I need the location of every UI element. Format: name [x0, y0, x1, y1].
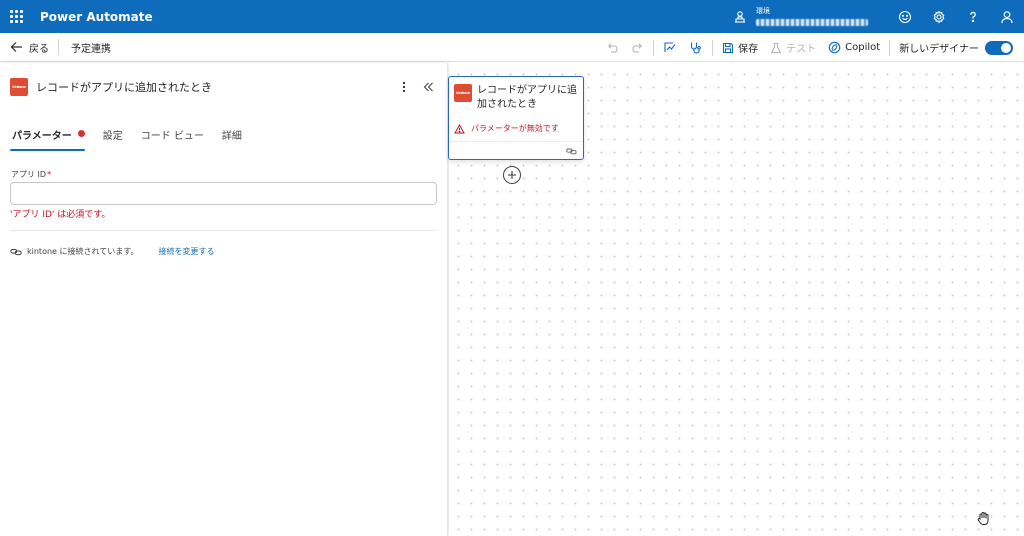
node-warning-text: パラメーターが無効です [471, 124, 559, 133]
panel-title[interactable]: レコードがアプリに追加されたとき [36, 79, 212, 95]
new-designer-toggle[interactable]: 新しいデザイナー [893, 33, 1019, 62]
change-connection-link[interactable]: 接続を変更する [158, 246, 214, 257]
connection-info: kintone に接続されています。 接続を変更する [10, 246, 214, 257]
environment-label: 環境 [756, 7, 770, 15]
tab-code-view-label: コード ビュー [140, 131, 204, 142]
save-label: 保存 [738, 44, 759, 55]
kintone-logo: kintone [10, 78, 28, 96]
environment-icon [730, 7, 750, 27]
undo-icon [608, 42, 618, 53]
command-bar: 戻る 予定連携 保存 テスト Copilot 新しいデザイナー [0, 33, 1024, 62]
tab-settings[interactable]: 設定 [103, 127, 123, 151]
collapse-icon [423, 82, 433, 92]
smiley-icon [898, 10, 912, 23]
collapse-panel-button[interactable] [416, 77, 440, 97]
tab-settings-label: 設定 [102, 131, 123, 142]
warning-icon [454, 123, 465, 133]
new-designer-label: 新しいデザイナー [899, 44, 979, 55]
app-id-input[interactable] [10, 182, 437, 205]
back-arrow-icon [10, 42, 22, 52]
save-icon [723, 42, 734, 53]
undo-button[interactable] [600, 33, 625, 62]
app-title[interactable]: Power Automate [40, 10, 153, 24]
help-icon [970, 11, 976, 22]
save-button[interactable]: 保存 [716, 33, 764, 62]
section-divider [10, 230, 437, 231]
diagnostics-button[interactable] [683, 33, 709, 62]
panel-header: kintone レコードがアプリに追加されたとき [10, 77, 440, 97]
app-launcher-button[interactable] [0, 0, 33, 33]
waffle-icon [10, 10, 23, 23]
tab-parameters[interactable]: パラメーター [10, 127, 85, 151]
tab-details[interactable]: 詳細 [222, 127, 242, 151]
toolbar-divider [653, 39, 655, 56]
back-button[interactable]: 戻る [10, 33, 49, 62]
app-id-error-message: 'アプリ ID' は必須です。 [10, 210, 111, 220]
environment-name-redacted [756, 19, 868, 26]
panel-tabs: パラメーター 設定 コード ビュー 詳細 [10, 127, 260, 151]
flow-checker-icon [664, 42, 676, 52]
link-icon [10, 248, 22, 255]
flask-icon [771, 42, 782, 53]
add-action-button[interactable] [503, 166, 521, 184]
copilot-icon [828, 41, 841, 54]
toolbar-divider [889, 39, 891, 56]
copilot-button[interactable]: Copilot [822, 33, 886, 62]
test-button[interactable]: テスト [764, 33, 822, 62]
toggle-switch[interactable] [985, 40, 1013, 55]
stethoscope-icon [691, 42, 701, 54]
connection-status-text: kintone に接続されています。 [27, 247, 139, 256]
error-indicator-dot [77, 130, 85, 137]
settings-button[interactable] [922, 0, 956, 33]
plus-icon [508, 171, 516, 179]
hand-cursor-icon [977, 511, 989, 525]
toolbar-divider [712, 39, 714, 56]
redo-button[interactable] [625, 33, 650, 62]
tab-details-label: 詳細 [221, 131, 242, 142]
more-vertical-icon [402, 81, 406, 93]
node-warning: パラメーターが無効です [454, 123, 559, 134]
app-id-label-text: アプリ ID [11, 170, 47, 179]
copilot-label: Copilot [845, 42, 881, 53]
account-button[interactable] [990, 0, 1024, 33]
feedback-button[interactable] [888, 0, 922, 33]
more-options-button[interactable] [392, 77, 416, 97]
flow-name[interactable]: 予定連携 [71, 40, 111, 55]
gear-icon [933, 10, 945, 24]
trigger-node-card[interactable]: kintone レコードがアプリに追加されたとき パラメーターが無効です [448, 76, 584, 160]
required-mark: * [47, 170, 52, 179]
app-header: Power Automate 環境 [0, 0, 1024, 33]
test-label: テスト [786, 44, 817, 55]
toolbar-separator [58, 39, 59, 55]
app-id-label: アプリ ID* [11, 169, 51, 180]
flow-checker-button[interactable] [657, 33, 683, 62]
person-icon [1001, 10, 1013, 23]
toggle-knob [1001, 42, 1011, 53]
link-icon [566, 148, 577, 155]
node-title: レコードがアプリに追加されたとき [477, 85, 577, 110]
back-label: 戻る [29, 43, 49, 55]
action-details-panel: kintone レコードがアプリに追加されたとき パラメーター 設定 コード ビ… [0, 63, 448, 536]
tab-parameters-label: パラメーター [12, 131, 72, 142]
environment-picker[interactable]: 環境 [730, 0, 868, 33]
redo-icon [632, 42, 643, 53]
tab-code-view[interactable]: コード ビュー [141, 127, 204, 151]
node-footer [449, 141, 583, 159]
help-button[interactable] [956, 0, 990, 33]
kintone-logo: kintone [454, 84, 472, 102]
